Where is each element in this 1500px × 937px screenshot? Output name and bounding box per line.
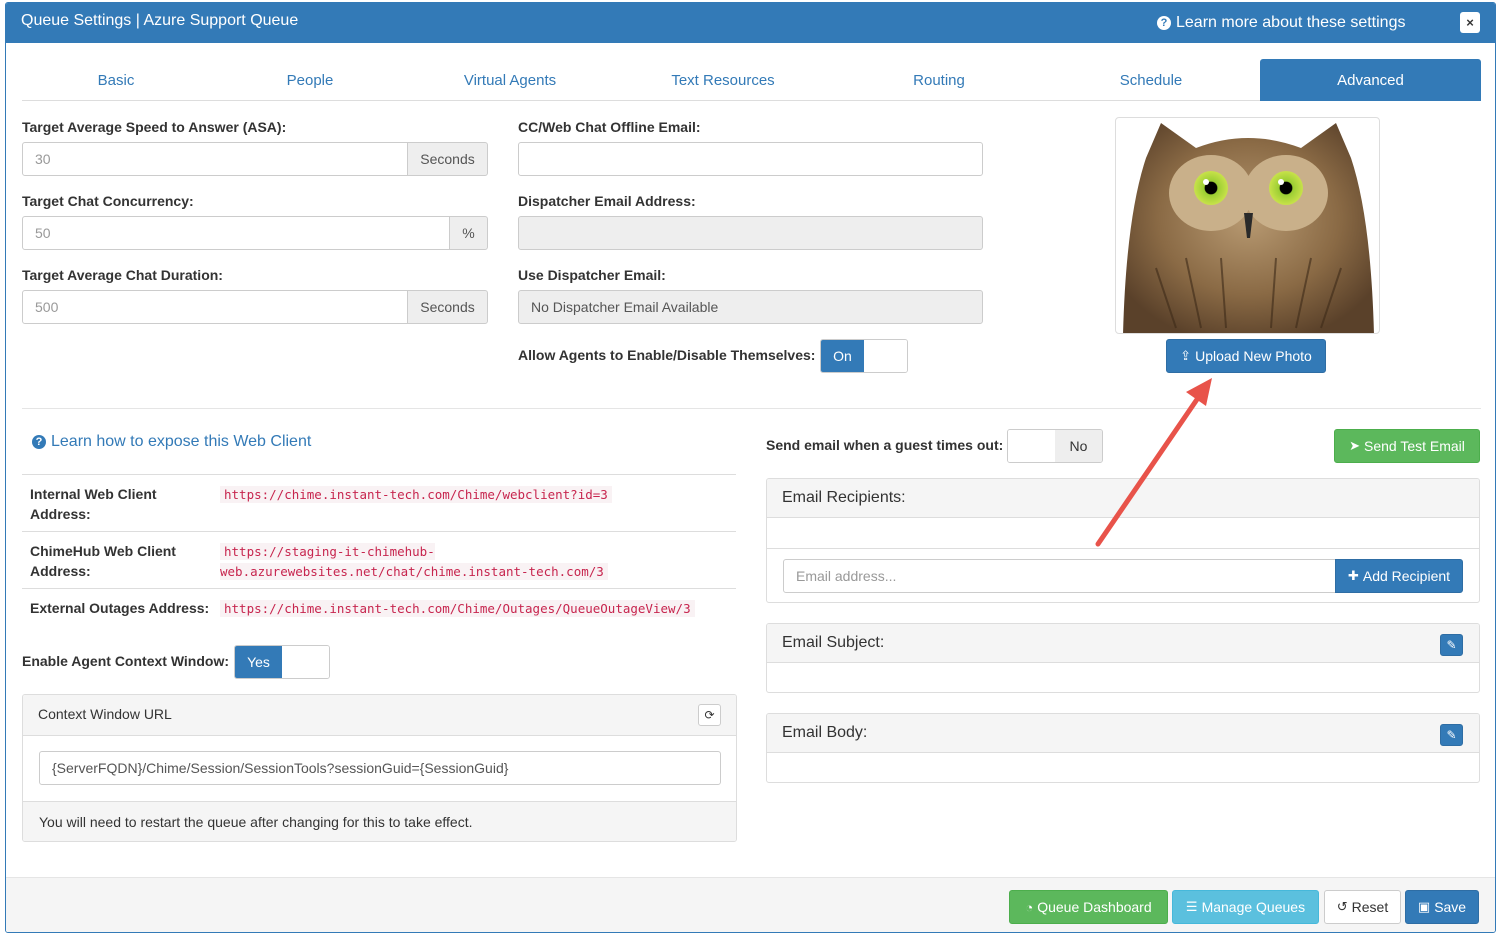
annotation-arrow [1095,378,1212,547]
